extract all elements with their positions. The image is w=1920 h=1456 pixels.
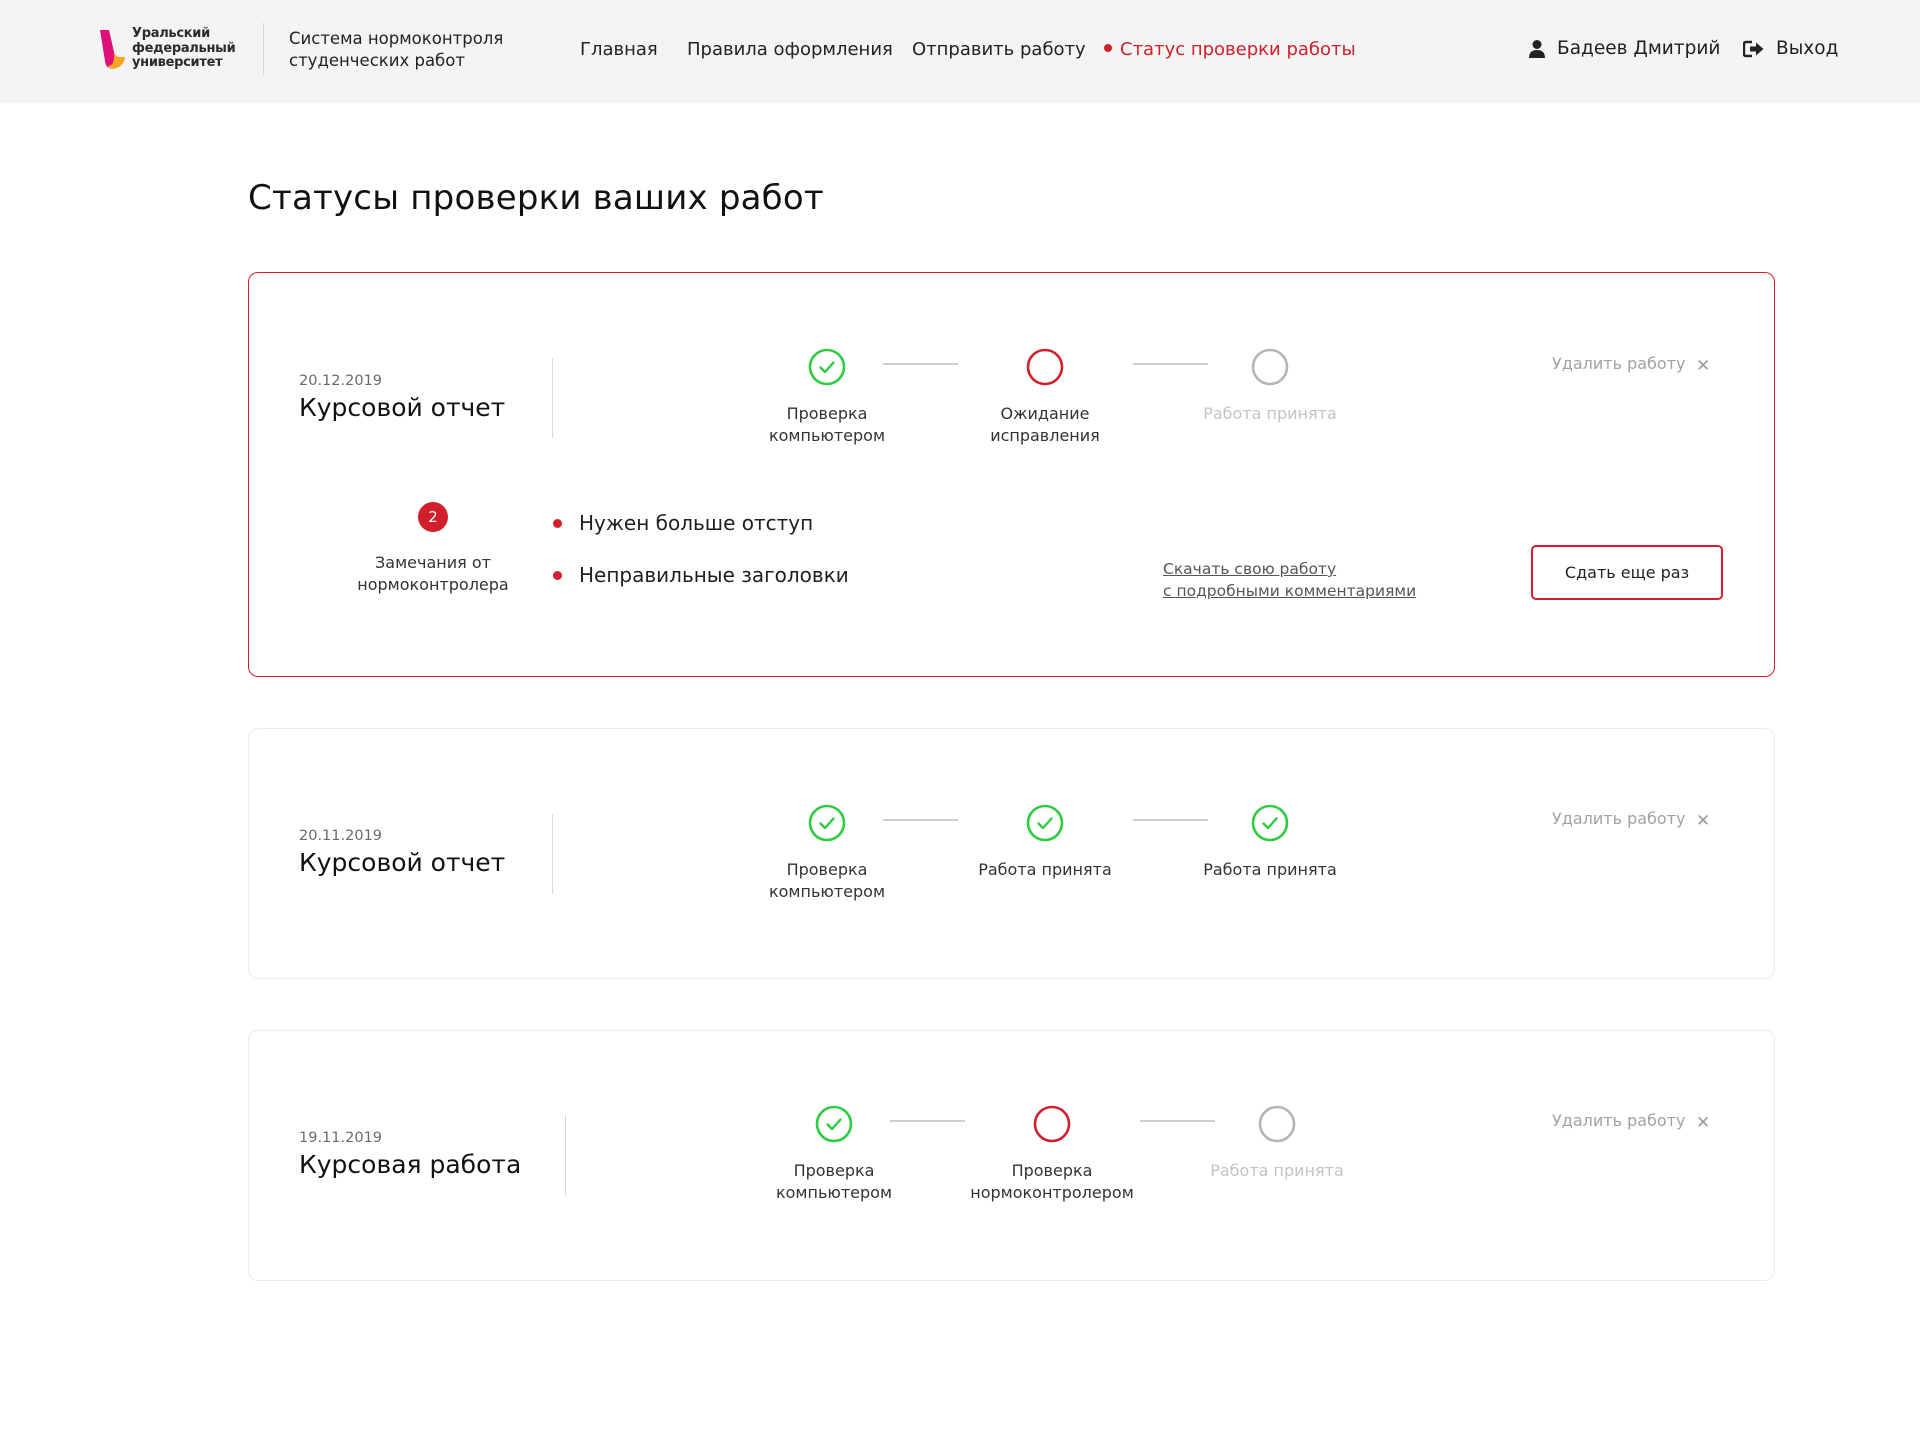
step-label-line: Работа принята (978, 860, 1112, 879)
logo-line: университет (132, 55, 223, 70)
empty-red-circle-icon (1033, 1105, 1071, 1143)
step-label-line: Ожидание (1000, 404, 1090, 423)
delete-work-button[interactable]: Удалить работу ✕ (1552, 809, 1710, 831)
system-title: Система нормоконтроля студенческих работ (289, 28, 519, 72)
user-icon (1529, 40, 1545, 58)
step-connector (883, 819, 958, 821)
delete-work-button[interactable]: Удалить работу ✕ (1552, 354, 1710, 376)
nav-home[interactable]: Главная (580, 38, 658, 62)
empty-gray-circle-icon (1251, 348, 1289, 386)
logout-label: Выход (1776, 38, 1839, 59)
close-icon: ✕ (1696, 811, 1711, 831)
step-label-line: Проверка (786, 860, 868, 879)
step-label-line: Проверка (786, 404, 868, 423)
step-label: Работа принята (1180, 859, 1360, 881)
check-circle-icon (1251, 804, 1289, 842)
nav-submit-work[interactable]: Отправить работу (912, 38, 1086, 62)
work-date: 20.12.2019 (299, 373, 383, 389)
step-label-line: Проверка (1011, 1161, 1093, 1180)
logout-icon (1743, 40, 1764, 58)
remarks-caption-line: Замечания от (375, 553, 491, 572)
step-connector (1133, 819, 1208, 821)
step-connector (1133, 363, 1208, 365)
work-title: Курсовой отчет (299, 848, 506, 877)
download-link-line: с подробными комментариями (1163, 582, 1417, 600)
step-label-line: нормоконтролером (970, 1183, 1134, 1202)
download-link-line: Скачать свою работу (1163, 560, 1337, 578)
remark-item: Неправильные заголовки (553, 561, 849, 589)
step-connector (1140, 1120, 1215, 1122)
logo-line: Уральский (132, 26, 210, 41)
nav-check-status[interactable]: Статус проверки работы (1104, 38, 1356, 62)
step-label-line: Работа принята (1210, 1161, 1344, 1180)
remarks-caption: Замечания от нормоконтролера (337, 552, 529, 596)
close-icon: ✕ (1696, 1113, 1711, 1133)
empty-gray-circle-icon (1258, 1105, 1296, 1143)
step-label-line: исправления (990, 426, 1100, 445)
remark-text: Нужен больше отступ (579, 511, 814, 535)
resubmit-button[interactable]: Сдать еще раз (1531, 545, 1723, 600)
remarks-count-badge: 2 (418, 502, 448, 532)
step-label-line: компьютером (775, 1183, 893, 1202)
step-label: Проверка компьютером (737, 859, 917, 903)
logo-text: Уральский федеральный университет (132, 26, 262, 71)
step-label: Проверка компьютером (744, 1160, 924, 1204)
step-connector (890, 1120, 965, 1122)
card-divider (552, 814, 553, 894)
check-circle-icon (808, 804, 846, 842)
step-label: Работа принята (1180, 403, 1360, 425)
work-date: 19.11.2019 (299, 1130, 383, 1146)
remarks-caption-line: нормоконтролера (357, 575, 509, 594)
logo-mark-icon (100, 30, 125, 69)
work-title: Курсовая работа (299, 1150, 522, 1179)
step-label: Работа принята (955, 859, 1135, 881)
remark-text: Неправильные заголовки (579, 563, 849, 587)
active-dot-icon (1104, 44, 1112, 52)
step-label: Работа принята (1187, 1160, 1367, 1182)
bullet-icon (553, 519, 562, 528)
header-divider (263, 23, 264, 75)
work-date: 20.11.2019 (299, 828, 383, 844)
top-header: Уральский федеральный университет Систем… (0, 0, 1920, 100)
check-circle-icon (1026, 804, 1064, 842)
check-circle-icon (815, 1105, 853, 1143)
nav-check-status-label: Статус проверки работы (1120, 39, 1356, 60)
step-label-line: Работа принята (1203, 860, 1337, 879)
step-label: Проверка нормоконтролером (962, 1160, 1142, 1204)
bullet-icon (553, 571, 562, 580)
user-name: Бадеев Дмитрий (1557, 38, 1721, 59)
nav-rules[interactable]: Правила оформления (687, 38, 893, 62)
work-card: 19.11.2019 Курсовая работа Проверка комп… (248, 1030, 1775, 1281)
close-icon: ✕ (1696, 356, 1711, 376)
empty-red-circle-icon (1026, 348, 1064, 386)
card-divider (565, 1115, 566, 1195)
system-title-line: студенческих работ (289, 51, 465, 70)
delete-work-button[interactable]: Удалить работу ✕ (1552, 1111, 1710, 1133)
step-label: Ожидание исправления (955, 403, 1135, 447)
check-circle-icon (808, 348, 846, 386)
page-title: Статусы проверки ваших работ (248, 178, 824, 218)
step-label-line: Работа принята (1203, 404, 1337, 423)
step-connector (883, 363, 958, 365)
university-logo[interactable]: Уральский федеральный университет (98, 26, 248, 72)
step-label: Проверка компьютером (737, 403, 917, 447)
download-work-link[interactable]: Скачать свою работу с подробными коммент… (1163, 558, 1416, 602)
work-card: 20.12.2019 Курсовой отчет Проверка компь… (248, 272, 1775, 677)
work-card: 20.11.2019 Курсовой отчет Проверка компь… (248, 728, 1775, 979)
remark-item: Нужен больше отступ (553, 509, 814, 537)
work-title: Курсовой отчет (299, 393, 506, 422)
step-label-line: компьютером (768, 882, 886, 901)
card-divider (552, 358, 553, 438)
system-title-line: Система нормоконтроля (289, 29, 504, 48)
logo-line: федеральный (132, 40, 236, 56)
step-label-line: компьютером (768, 426, 886, 445)
delete-work-label: Удалить работу (1552, 354, 1686, 373)
delete-work-label: Удалить работу (1552, 809, 1686, 828)
delete-work-label: Удалить работу (1552, 1111, 1686, 1130)
step-label-line: Проверка (793, 1161, 875, 1180)
